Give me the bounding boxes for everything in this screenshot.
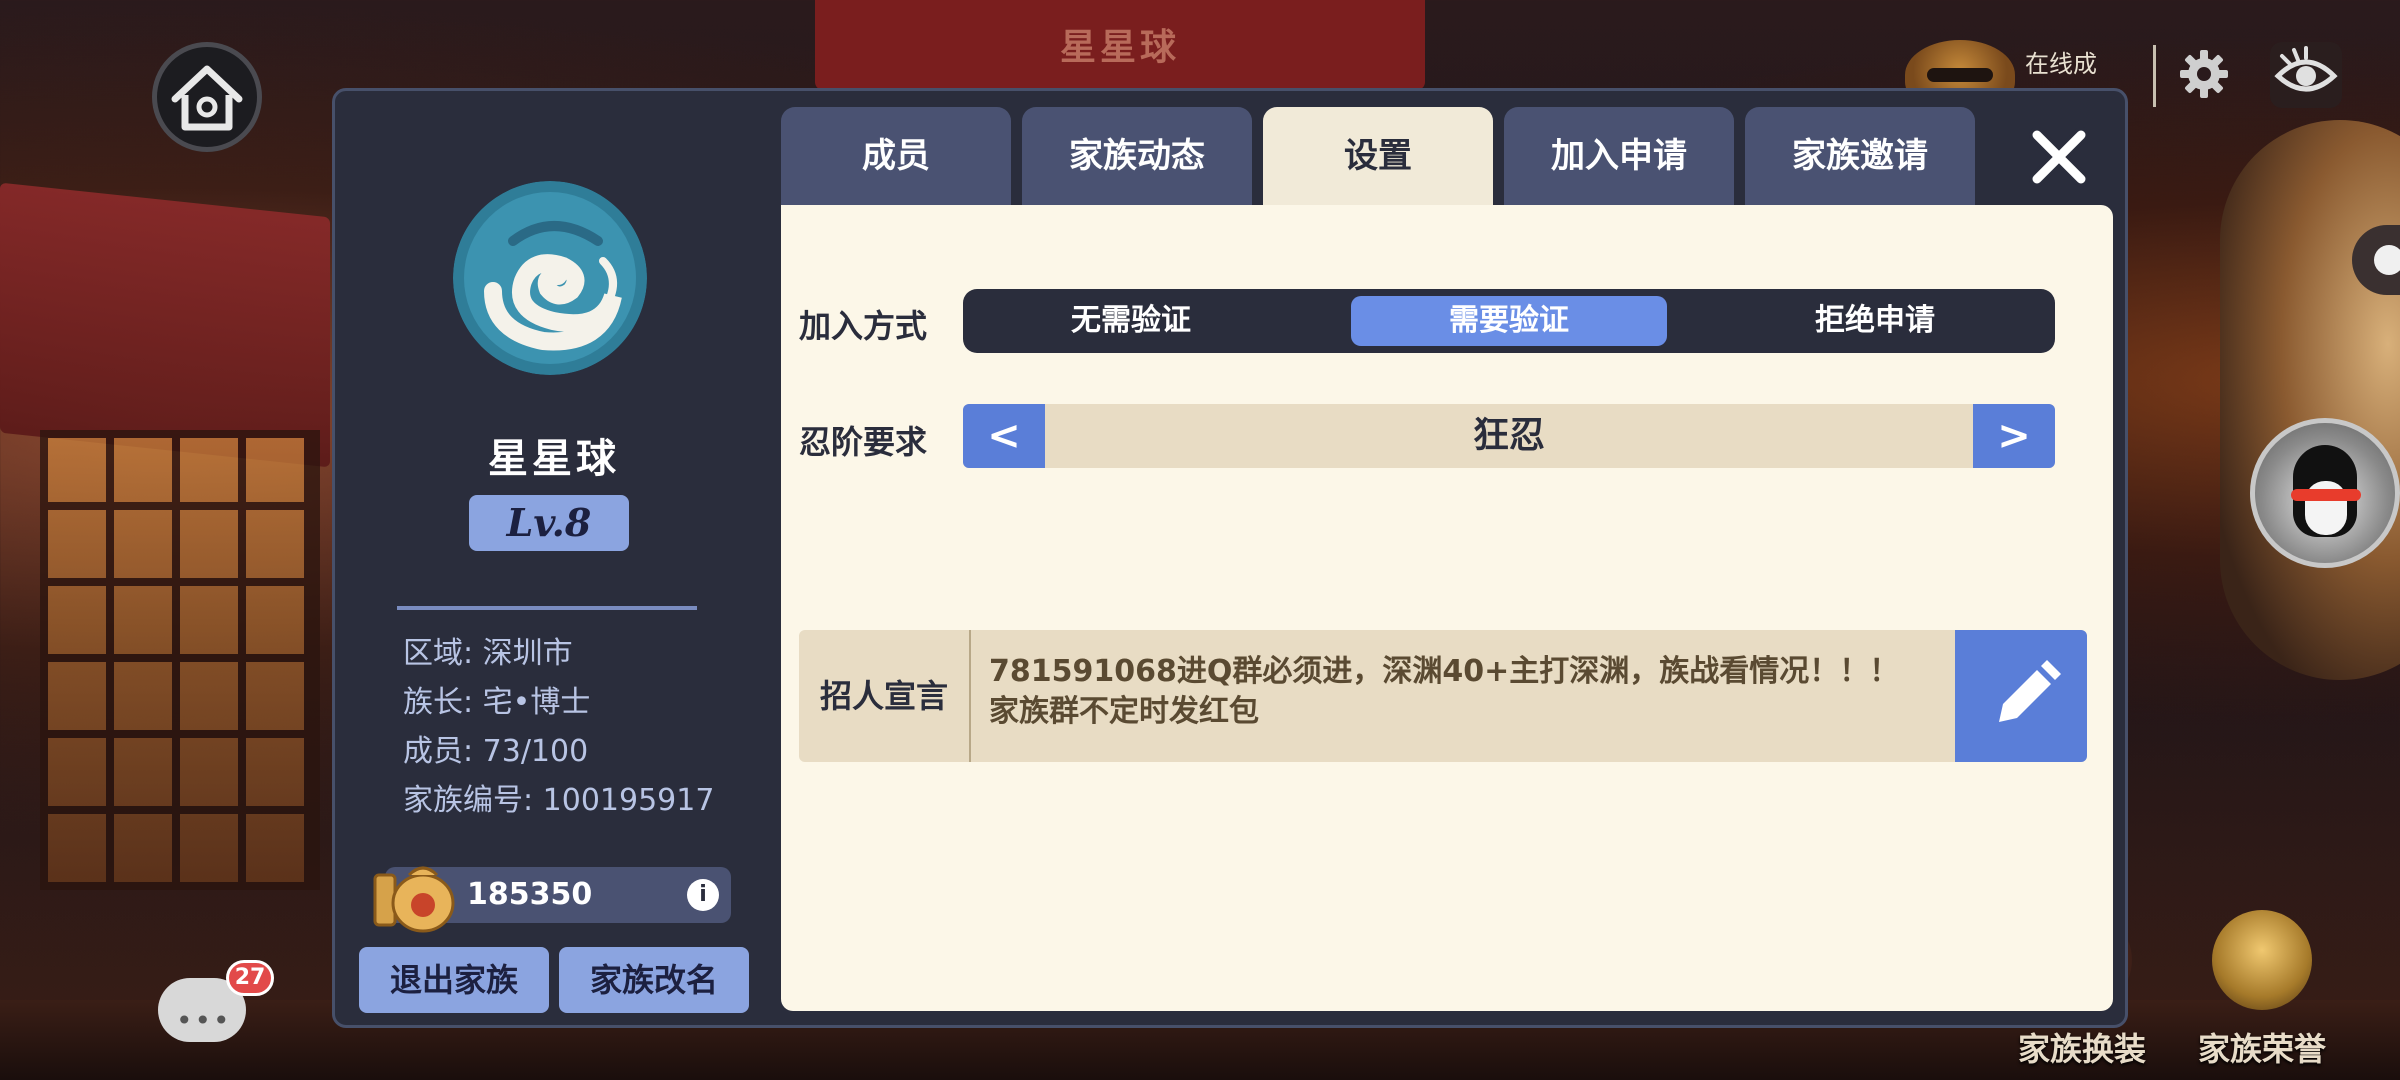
home-icon: [171, 65, 243, 131]
info-members: 成员: 73/100: [403, 734, 589, 769]
chat-unread-badge: 27: [226, 960, 274, 996]
info-family-id: 家族编号: 100195917: [403, 783, 715, 818]
recruit-declaration: 招人宣言 781591068进Q群必须进，深渊40+主打深渊，族战看情况！！！ …: [799, 630, 2087, 762]
background-banner: 星星球: [815, 0, 1425, 90]
tab-family-invites[interactable]: 家族邀请: [1745, 107, 1975, 205]
quit-family-button[interactable]: 退出家族: [359, 947, 549, 1013]
funds-info-icon[interactable]: i: [687, 879, 719, 911]
join-option-reject[interactable]: 拒绝申请: [1717, 296, 2033, 346]
info-region: 区域: 深圳市: [403, 636, 573, 671]
tab-family-news[interactable]: 家族动态: [1022, 107, 1252, 205]
family-honor-label: 家族荣誉: [2197, 1030, 2326, 1068]
edit-declaration-button[interactable]: [1955, 630, 2087, 762]
swirl-emblem-icon: [453, 181, 647, 375]
gear-icon: [2180, 50, 2228, 98]
qq-penguin-scarf: [2291, 489, 2361, 501]
rank-requirement-label: 忍阶要求: [799, 423, 928, 461]
family-honor-button[interactable]: 家族荣誉: [2192, 900, 2332, 1070]
settings-button[interactable]: [2178, 48, 2230, 100]
rank-requirement-value: 狂忍: [1472, 415, 1545, 456]
chat-button[interactable]: ••• 27: [150, 960, 274, 1050]
home-button[interactable]: [152, 42, 262, 152]
recruit-declaration-text: 781591068进Q群必须进，深渊40+主打深渊，族战看情况！！！ 家族群不定…: [989, 654, 1900, 729]
pencil-icon: [1999, 660, 2061, 722]
family-funds-value: 185350: [467, 877, 593, 912]
family-funds: 185350 i: [373, 866, 731, 933]
tab-members[interactable]: 成员: [781, 107, 1011, 205]
rename-family-button[interactable]: 家族改名: [559, 947, 749, 1013]
coin-bag-icon: [373, 866, 455, 933]
view-toggle-button[interactable]: [2270, 42, 2342, 108]
family-dialog: 星星球 Lv.8 区域: 深圳市 族长: 宅•博士 成员: 73/100 家族编…: [332, 88, 2128, 1028]
qq-button[interactable]: [2250, 418, 2400, 568]
family-outfit-label: 家族换装: [2017, 1030, 2146, 1068]
recruit-declaration-label: 招人宣言: [799, 630, 971, 762]
background-window: [40, 430, 320, 890]
chat-dots: •••: [176, 1004, 232, 1037]
background-banner-title: 星星球: [1059, 27, 1180, 68]
hud-divider: [2153, 45, 2156, 107]
eye-icon: [2274, 46, 2338, 92]
rank-requirement-selector: < 狂忍 >: [963, 404, 2055, 468]
trophy-icon: [2212, 910, 2312, 1010]
join-option-verify[interactable]: 需要验证: [1351, 296, 1667, 346]
family-profile-panel: 星星球 Lv.8 区域: 深圳市 族长: 宅•博士 成员: 73/100 家族编…: [335, 91, 773, 1025]
tab-settings[interactable]: 设置: [1263, 107, 1493, 211]
join-method-selector: 无需验证 需要验证 拒绝申请: [963, 289, 2055, 353]
background-moon: [2220, 120, 2400, 680]
profile-divider: [397, 606, 697, 610]
rank-next-button[interactable]: >: [1973, 404, 2055, 468]
family-name: 星星球: [488, 436, 620, 482]
join-method-label: 加入方式: [799, 307, 928, 345]
join-option-no-verify[interactable]: 无需验证: [973, 296, 1289, 346]
close-icon: [2029, 127, 2089, 187]
background-lantern: [0, 182, 330, 468]
family-level-badge: Lv.8: [469, 495, 629, 551]
family-info-list: 区域: 深圳市 族长: 宅•博士 成员: 73/100 家族编号: 100195…: [403, 629, 714, 825]
close-button[interactable]: [2025, 123, 2093, 191]
tab-join-requests[interactable]: 加入申请: [1504, 107, 1734, 205]
settings-panel: 加入方式 无需验证 需要验证 拒绝申请 忍阶要求 < 狂忍 > 招人宣言 781…: [781, 205, 2113, 1011]
info-leader: 族长: 宅•博士: [403, 685, 591, 720]
rank-prev-button[interactable]: <: [963, 404, 1045, 468]
